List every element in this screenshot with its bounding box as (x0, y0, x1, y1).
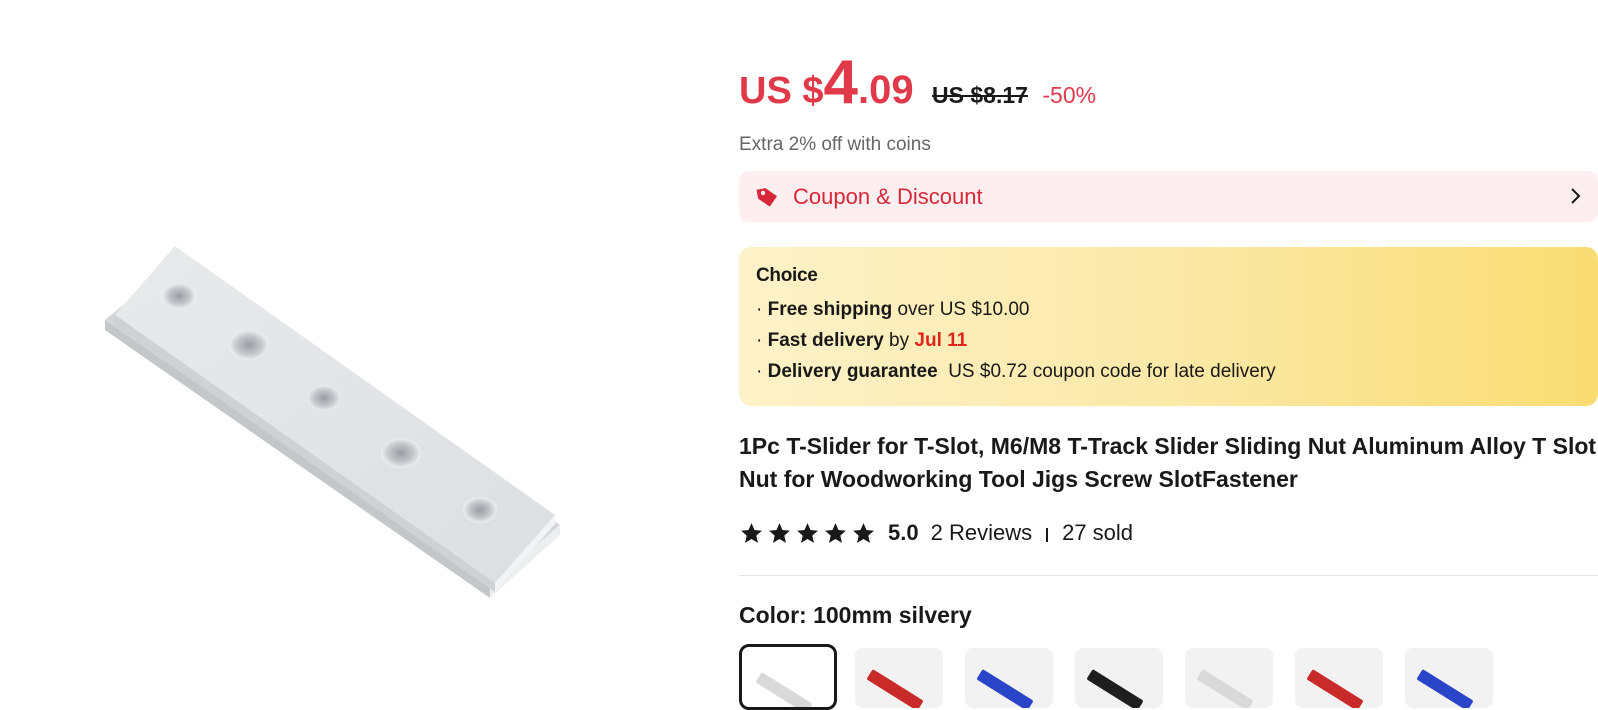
discount-percent: -50% (1042, 82, 1097, 108)
color-swatch[interactable] (739, 644, 837, 710)
star-icon (853, 522, 874, 543)
free-shipping-label: Free shipping (767, 299, 893, 320)
free-shipping-line: · Free shipping over US $10.00 (756, 299, 1598, 321)
swatch-product-thumbnail (1416, 669, 1474, 708)
color-swatch[interactable] (1075, 648, 1163, 708)
separator (1046, 528, 1049, 542)
free-shipping-text: over US $10.00 (892, 299, 1030, 320)
choice-panel[interactable]: Choice · Free shipping over US $10.00 · … (739, 247, 1598, 406)
fast-delivery-text: by (883, 330, 915, 351)
divider (739, 575, 1598, 576)
bullet: · (756, 330, 768, 351)
original-price: US $8.17 (932, 82, 1028, 108)
reviews-link[interactable]: 2 Reviews (931, 520, 1032, 546)
price-decimal: .09 (857, 68, 914, 112)
star-icon (825, 522, 846, 543)
coins-note: Extra 2% off with coins (739, 134, 931, 155)
product-title: 1Pc T-Slider for T-Slot, M6/M8 T-Track S… (739, 433, 1597, 492)
t-slider-image (105, 246, 560, 598)
color-swatch[interactable] (1185, 648, 1273, 708)
product-image[interactable] (0, 0, 700, 696)
sold-count: 27 sold (1062, 520, 1134, 545)
product-info-panel: US $4.09 US $8.17 -50% Extra 2% off with… (739, 0, 1598, 710)
delivery-guarantee-label: Delivery guarantee (767, 361, 938, 382)
swatch-product-thumbnail (976, 669, 1034, 708)
color-swatch[interactable] (1405, 648, 1493, 708)
star-icon (797, 522, 818, 543)
color-label: Color: 100mm silvery (739, 602, 972, 628)
swatch-product-thumbnail (1086, 669, 1144, 708)
choice-title: Choice (756, 265, 818, 286)
delivery-guarantee-text: US $0.72 coupon code for late delivery (937, 361, 1276, 382)
price-integer: 4 (823, 48, 858, 117)
fast-delivery-line: · Fast delivery by Jul 11 (756, 330, 1598, 352)
color-swatch[interactable] (965, 648, 1053, 708)
delivery-date: Jul 11 (914, 330, 968, 351)
price-prefix: US $ (739, 70, 824, 112)
star-icon (769, 522, 790, 543)
tag-icon (756, 187, 778, 207)
coupon-discount-button[interactable]: Coupon & Discount (739, 171, 1598, 222)
swatch-product-thumbnail (866, 669, 924, 708)
price-row: US $4.09 US $8.17 -50% (739, 52, 1096, 122)
chevron-right-icon (1571, 188, 1581, 204)
star-icon (741, 522, 762, 543)
swatch-product-thumbnail (1196, 669, 1254, 708)
swatch-product-thumbnail (755, 672, 813, 707)
rating-score: 5.0 (888, 520, 919, 545)
color-swatch[interactable] (1295, 648, 1383, 708)
delivery-guarantee-line: · Delivery guarantee US $0.72 coupon cod… (756, 361, 1598, 383)
bullet: · (756, 361, 768, 382)
coupon-label: Coupon & Discount (793, 183, 983, 209)
fast-delivery-label: Fast delivery (767, 330, 884, 351)
swatch-product-thumbnail (1306, 669, 1364, 708)
star-rating (739, 521, 876, 546)
color-swatch[interactable] (855, 648, 943, 708)
rating-row: 5.0 2 Reviews 27 sold (739, 516, 1133, 550)
current-price: US $4.09 (739, 52, 914, 114)
bullet: · (756, 299, 768, 320)
